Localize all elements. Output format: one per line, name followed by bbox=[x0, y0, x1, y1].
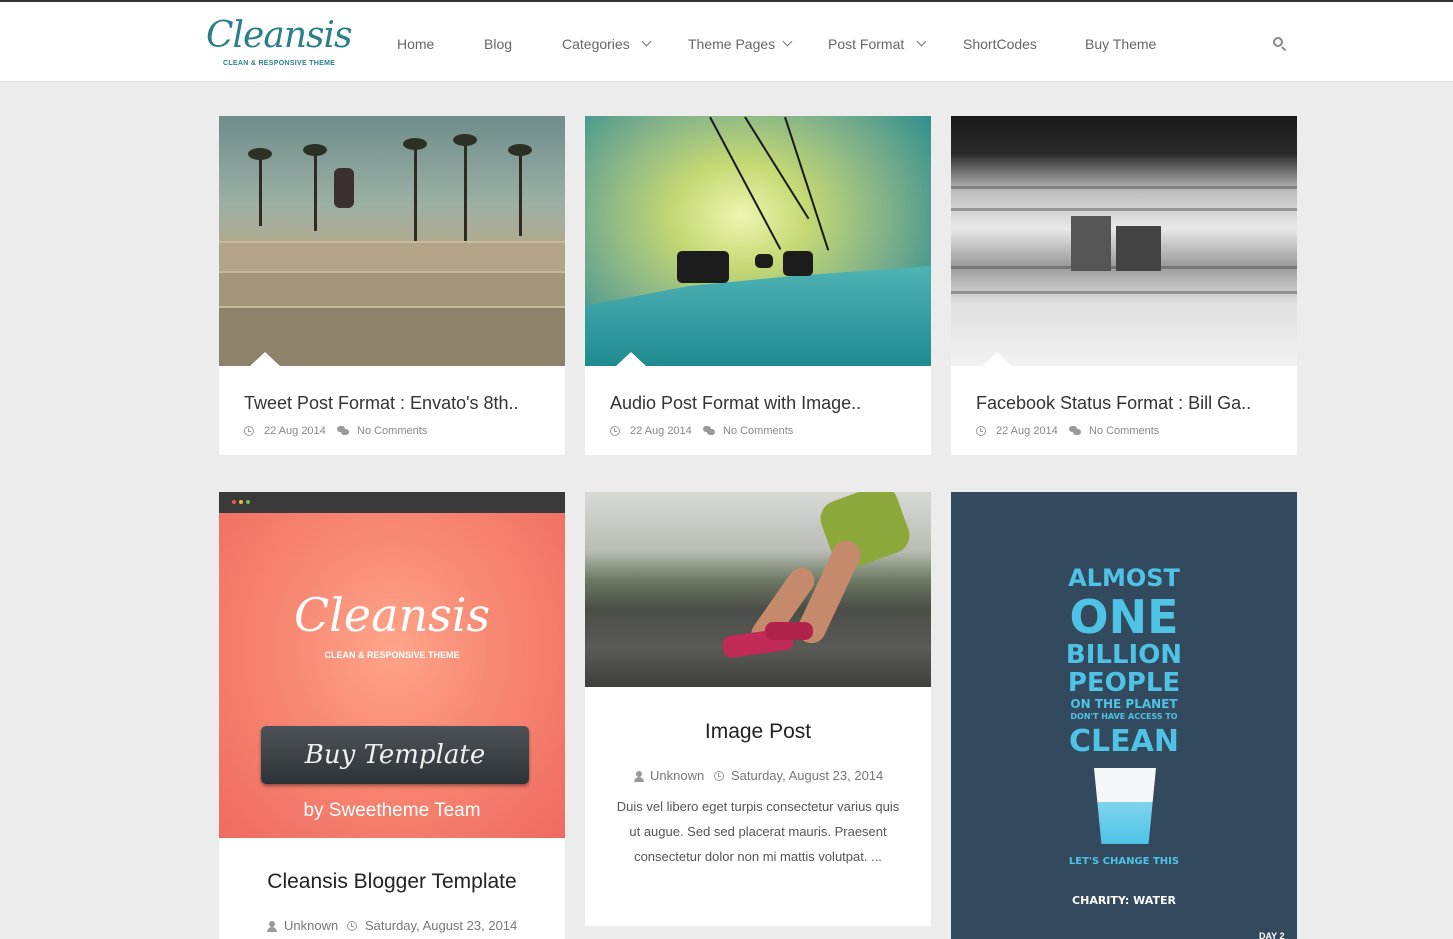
nav-post-format[interactable]: Post Format bbox=[828, 34, 904, 54]
post-title[interactable]: Cleansis Blogger Template bbox=[219, 870, 565, 894]
post-thumbnail[interactable] bbox=[951, 116, 1297, 366]
post-comments[interactable]: No Comments bbox=[723, 424, 793, 438]
post-card[interactable]: Image Post Unknown Saturday, August 23, … bbox=[585, 492, 931, 926]
post-card[interactable]: Cleansis CLEAN & RESPONSIVE THEME Buy Te… bbox=[219, 492, 565, 939]
post-date: Saturday, August 23, 2014 bbox=[365, 918, 518, 933]
logo-tagline: CLEAN & RESPONSIVE THEME bbox=[223, 60, 336, 67]
post-title[interactable]: Image Post bbox=[585, 720, 931, 744]
chevron-down-icon[interactable] bbox=[641, 36, 652, 47]
poster-text: DON'T HAVE ACCESS TO bbox=[1070, 712, 1178, 721]
clock-icon bbox=[714, 771, 724, 781]
clock-icon bbox=[610, 426, 620, 436]
post-date: Saturday, August 23, 2014 bbox=[731, 768, 884, 783]
post-card[interactable]: Tweet Post Format : Envato's 8th.. 22 Au… bbox=[219, 116, 565, 455]
post-meta: Unknown Saturday, August 23, 2014 bbox=[267, 919, 565, 935]
post-author[interactable]: Unknown bbox=[650, 769, 704, 783]
post-card[interactable]: ALMOST ONE BILLION PEOPLE ON THE PLANET … bbox=[951, 492, 1297, 939]
user-icon bbox=[267, 921, 277, 932]
post-date: 22 Aug 2014 bbox=[630, 425, 692, 437]
site-logo[interactable]: Cleansis CLEAN & RESPONSIVE THEME bbox=[206, 15, 352, 72]
nav-buy-theme[interactable]: Buy Theme bbox=[1085, 34, 1156, 54]
post-thumbnail[interactable] bbox=[219, 116, 565, 366]
nav-categories[interactable]: Categories bbox=[562, 34, 630, 54]
browser-bar bbox=[219, 492, 565, 513]
nav-blog[interactable]: Blog bbox=[484, 34, 512, 54]
poster-text: CLEAN bbox=[1069, 724, 1179, 759]
buy-template-button[interactable]: Buy Template bbox=[261, 726, 529, 784]
poster-text: ALMOST bbox=[1068, 564, 1180, 592]
post-comments[interactable]: No Comments bbox=[1089, 424, 1159, 438]
water-glass-icon bbox=[1094, 768, 1156, 844]
poster-text: ONE bbox=[1069, 590, 1179, 644]
chevron-down-icon[interactable] bbox=[916, 36, 927, 47]
user-icon bbox=[634, 771, 644, 782]
poster-corner: DAY 2 bbox=[1259, 931, 1285, 939]
site-header: Cleansis CLEAN & RESPONSIVE THEME Home B… bbox=[0, 0, 1453, 82]
comments-icon bbox=[337, 426, 349, 435]
nav-home[interactable]: Home bbox=[397, 34, 434, 54]
image-logo: Cleansis bbox=[293, 588, 491, 642]
post-author[interactable]: Unknown bbox=[284, 919, 338, 933]
comments-icon bbox=[703, 426, 715, 435]
chevron-down-icon[interactable] bbox=[782, 36, 793, 47]
poster-text: ON THE PLANET bbox=[1070, 697, 1178, 711]
poster-text: BILLION bbox=[1065, 640, 1183, 670]
post-comments[interactable]: No Comments bbox=[357, 424, 427, 438]
post-date: 22 Aug 2014 bbox=[264, 425, 326, 437]
post-date: 22 Aug 2014 bbox=[996, 425, 1058, 437]
post-thumbnail[interactable]: Cleansis CLEAN & RESPONSIVE THEME Buy Te… bbox=[219, 492, 565, 838]
image-byline: by Sweetheme Team bbox=[303, 800, 481, 821]
post-title[interactable]: Facebook Status Format : Bill Ga.. bbox=[976, 393, 1251, 414]
post-title[interactable]: Tweet Post Format : Envato's 8th.. bbox=[244, 393, 519, 414]
logo-wordmark: Cleansis bbox=[206, 15, 352, 56]
poster-tagline: LET'S CHANGE THIS bbox=[1068, 856, 1180, 867]
comments-icon bbox=[1069, 426, 1081, 435]
nav-shortcodes[interactable]: ShortCodes bbox=[963, 34, 1037, 54]
nav-theme-pages[interactable]: Theme Pages bbox=[688, 34, 775, 54]
post-card[interactable]: Audio Post Format with Image.. 22 Aug 20… bbox=[585, 116, 931, 455]
clock-icon bbox=[244, 426, 254, 436]
image-tagline: CLEAN & RESPONSIVE THEME bbox=[324, 650, 460, 660]
post-meta: Unknown Saturday, August 23, 2014 bbox=[634, 769, 931, 785]
poster-brand: CHARITY: WATER bbox=[1072, 894, 1176, 907]
post-title[interactable]: Audio Post Format with Image.. bbox=[610, 393, 861, 414]
clock-icon bbox=[347, 921, 357, 931]
poster-text: PEOPLE bbox=[1067, 668, 1181, 698]
post-excerpt: Duis vel libero eget turpis consectetur … bbox=[616, 799, 900, 864]
post-thumbnail[interactable] bbox=[585, 116, 931, 366]
post-card[interactable]: Facebook Status Format : Bill Ga.. 22 Au… bbox=[951, 116, 1297, 455]
clock-icon bbox=[976, 426, 986, 436]
post-thumbnail[interactable] bbox=[585, 492, 931, 687]
search-icon[interactable] bbox=[1273, 37, 1287, 52]
